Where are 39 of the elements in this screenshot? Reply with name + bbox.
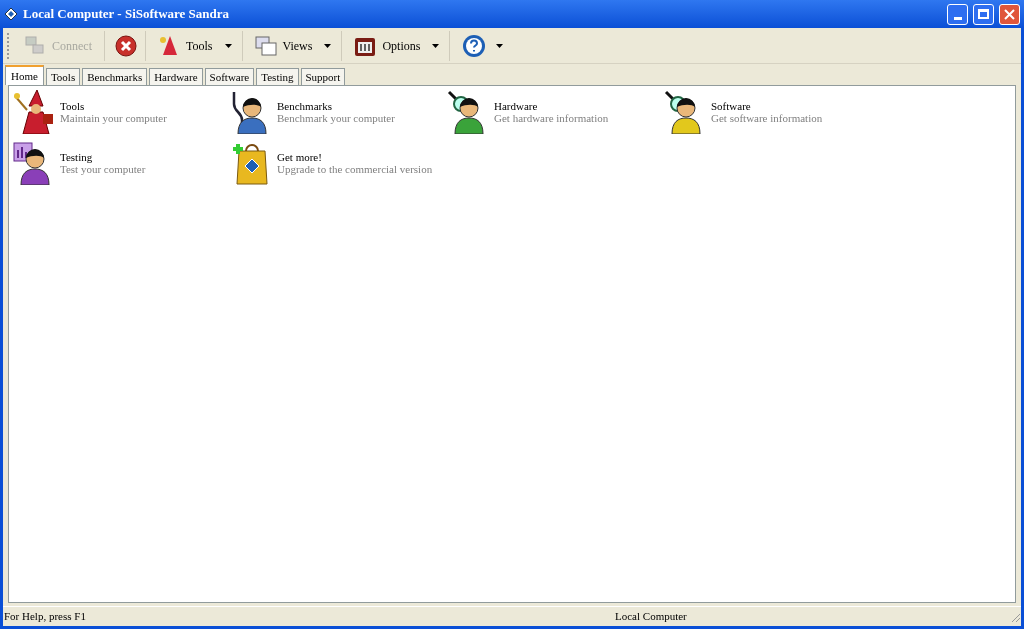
computers-icon [24,34,46,57]
maximize-button[interactable] [973,3,994,25]
caret-icon [324,43,332,48]
tab[interactable]: Hardware [149,68,203,85]
close-button[interactable] [999,3,1020,25]
tab[interactable]: Benchmarks [82,68,148,85]
tab[interactable]: Support [300,68,346,85]
tab[interactable]: Software [204,68,255,85]
item-title[interactable]: Get more! [277,151,433,163]
status-computer: Local Computer [615,609,688,625]
item-description: Test your computer [60,163,146,175]
minimize-button[interactable] [947,3,968,25]
app-icon [4,7,18,21]
close-icon [1004,8,1015,20]
item-title[interactable]: Tools [60,100,167,112]
item-description: Upgrade to the commercial version [277,163,433,175]
item-description: Maintain your computer [60,112,167,124]
toolbar-button[interactable]: Views [248,30,343,61]
window-title: Local Computer - SiSoftware Sandra [23,5,230,24]
status-help-text: For Help, press F1 [3,609,87,625]
item-description: Benchmark your computer [277,112,395,124]
item-title[interactable]: Benchmarks [277,100,395,112]
item-title[interactable]: Software [711,100,823,112]
item-description: Get software information [711,112,823,124]
windows-icon [254,34,277,57]
tab[interactable]: Tools [45,68,81,85]
caret-icon [432,43,440,48]
tab[interactable]: Home [5,65,44,85]
caret-icon [496,43,504,48]
help-icon [462,33,487,58]
toolbar-button[interactable]: Options [348,30,451,61]
wizard-hat-icon [158,34,180,57]
caret-icon [224,43,232,48]
item-description: Get hardware information [494,112,609,124]
item-title[interactable]: Testing [60,151,146,163]
item-title[interactable]: Hardware [494,100,609,112]
stop-icon[interactable] [115,34,137,57]
toolbar-button[interactable]: Tools [152,30,243,61]
tab[interactable]: Testing [256,68,299,85]
